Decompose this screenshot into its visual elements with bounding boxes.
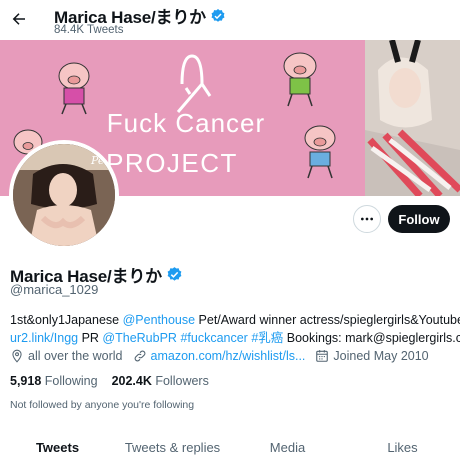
more-dots-icon [361, 217, 373, 221]
pig-illustration-1 [58, 62, 90, 115]
verified-badge-icon [167, 267, 182, 281]
ribbon-icon [176, 54, 212, 113]
bio-text: Pet/Award winner actress/spieglergirls&Y… [195, 313, 460, 327]
handle: @marica_1029 [10, 282, 99, 297]
avatar-photo: Pet [13, 144, 115, 246]
bio-url-link[interactable]: ur2.link/Ingg [10, 331, 78, 345]
hashtag-link-fuckcancer[interactable]: #fuckcancer [180, 331, 247, 345]
mention-link-therubpr[interactable]: @TheRubPR [102, 331, 177, 345]
bio-line-1: 1st&only1Japanese @Penthouse Pet/Award w… [10, 311, 460, 329]
followers-stat[interactable]: 202.4K Followers [112, 374, 209, 388]
location-text: all over the world [28, 349, 123, 363]
website-link[interactable]: amazon.com/hz/wishlist/ls... [151, 349, 306, 363]
following-label: Following [41, 374, 98, 388]
mention-link-penthouse[interactable]: @Penthouse [123, 313, 195, 327]
banner-text-line1: Fuck Cancer [107, 108, 265, 138]
bio: 1st&only1Japanese @Penthouse Pet/Award w… [10, 311, 460, 347]
followers-label: Followers [151, 374, 209, 388]
verified-badge-icon [211, 8, 225, 22]
joined-text: Joined May 2010 [333, 349, 429, 363]
bio-text: 1st&only1Japanese [10, 313, 123, 327]
location-pin-icon [12, 349, 22, 363]
link-icon [134, 350, 145, 362]
joined-item: Joined May 2010 [315, 349, 429, 363]
bio-text: PR [78, 331, 103, 345]
tab-likes[interactable]: Likes [345, 428, 460, 460]
profile-meta: all over the world amazon.com/hz/wishlis… [10, 349, 439, 363]
follow-button[interactable]: Follow [388, 205, 450, 233]
bio-line-2: ur2.link/Ingg PR @TheRubPR #fuckcancer #… [10, 329, 460, 347]
location-item: all over the world [10, 349, 123, 363]
more-options-button[interactable] [353, 205, 381, 233]
tab-media[interactable]: Media [230, 428, 345, 460]
banner-person [365, 40, 460, 196]
back-button[interactable] [6, 6, 32, 32]
bio-text: Bookings: mark@spieglergirls.com [283, 331, 460, 345]
followers-count: 202.4K [111, 374, 152, 388]
website-item: amazon.com/hz/wishlist/ls... [133, 349, 306, 363]
avatar[interactable]: Pet [9, 140, 119, 250]
following-stat[interactable]: 5,918 Following [10, 374, 98, 388]
pig-illustration-2 [283, 52, 317, 107]
calendar-icon [316, 350, 329, 362]
following-count: 5,918 [10, 374, 42, 388]
top-bar: Marica Hase/まりか 84.4K Tweets [0, 0, 460, 40]
profile-tabs: Tweets Tweets & replies Media Likes [0, 428, 460, 460]
hashtag-link-breast-cancer[interactable]: #乳癌 [251, 331, 283, 345]
tab-tweets[interactable]: Tweets [0, 428, 115, 460]
pig-illustration-4 [304, 125, 336, 179]
banner-text-line2: PROJECT [106, 148, 238, 178]
tweet-count: 84.4K Tweets [54, 24, 124, 36]
not-followed-note: Not followed by anyone you're following [10, 399, 195, 411]
arrow-left-icon [12, 13, 25, 25]
tab-tweets-replies[interactable]: Tweets & replies [115, 428, 230, 460]
follow-stats: 5,918 Following 202.4K Followers [10, 374, 223, 388]
